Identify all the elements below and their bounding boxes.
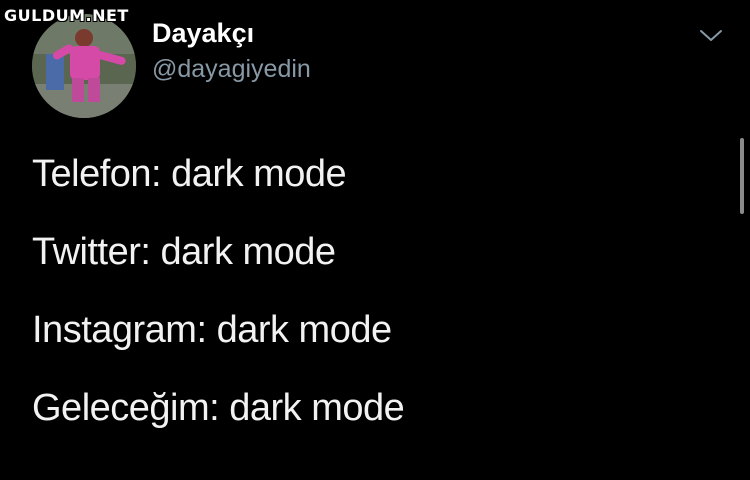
watermark-logo: GULDUM.NET	[4, 6, 129, 25]
tweet-line-instagram: Instagram: dark mode	[32, 309, 392, 351]
chevron-down-icon[interactable]	[698, 26, 724, 44]
tweet-line-twitter: Twitter: dark mode	[32, 231, 336, 273]
author-display-name[interactable]: Dayakçı	[152, 16, 311, 50]
tweet-line-gelecegim: Geleceğim: dark mode	[32, 387, 405, 429]
avatar[interactable]	[32, 14, 136, 118]
scrollbar-thumb[interactable]	[740, 138, 744, 214]
avatar-photo	[32, 14, 136, 118]
tweet-text: Telefon: dark mode Twitter: dark mode In…	[32, 154, 710, 466]
tweet-line-telefon: Telefon: dark mode	[32, 153, 347, 195]
tweet-author[interactable]: Dayakçı @dayagiyedin	[152, 16, 311, 86]
author-handle[interactable]: @dayagiyedin	[152, 52, 311, 86]
